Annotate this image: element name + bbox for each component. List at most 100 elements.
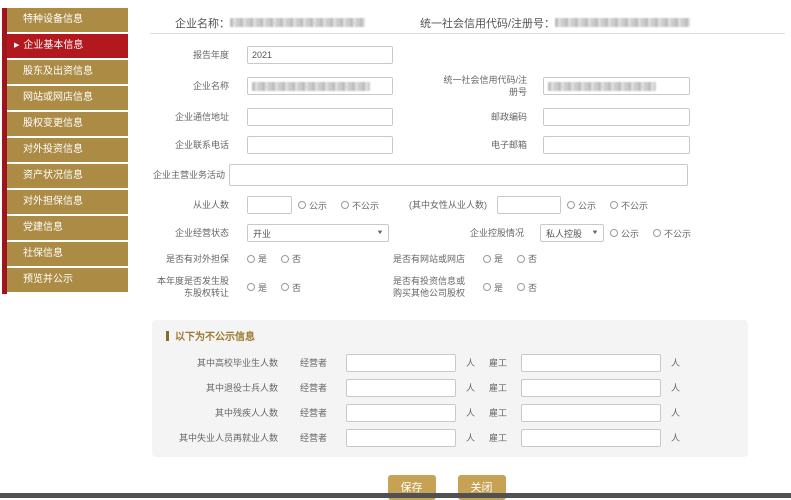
email-input[interactable] [543, 136, 690, 154]
disabled-row: 其中残疾人人数 经营者 人 雇工 人 [152, 404, 748, 422]
chevron-down-icon: ▼ [591, 230, 599, 236]
credit-code-label: 统一社会信用代码/注册号 [393, 74, 543, 98]
website-label: 是否有网站或网店 [347, 253, 477, 265]
employees-label: 从业人数 [150, 199, 247, 211]
postcode-label: 邮政编码 [393, 111, 543, 123]
phone-row: 企业联系电话 电子邮箱 [150, 136, 791, 154]
guarantee-label: 是否有对外担保 [150, 253, 247, 265]
disabled-employee-input[interactable] [521, 404, 661, 422]
sidebar-item-social-security[interactable]: 社保信息 [7, 242, 128, 266]
reemployed-label: 其中失业人员再就业人数 [152, 431, 278, 444]
sidebar-item-assets[interactable]: 资产状况信息 [7, 164, 128, 188]
section-marker-icon [166, 331, 169, 341]
female-public-radio[interactable] [567, 201, 575, 209]
business-status-select[interactable]: 开业 ▼ [247, 224, 389, 242]
graduates-employee-input[interactable] [521, 354, 661, 372]
business-status-label: 企业经营状态 [150, 227, 247, 239]
veterans-label: 其中退役士兵人数 [152, 381, 278, 394]
redacted-text [548, 82, 656, 91]
graduates-row: 其中高校毕业生人数 经营者 人 雇工 人 [152, 354, 748, 372]
holding-status-select[interactable]: 私人控股 ▼ [540, 224, 604, 242]
sidebar-item-equity-change[interactable]: 股权变更信息 [7, 112, 128, 136]
sidebar-item-basic-info[interactable]: ▶企业基本信息 [7, 34, 128, 58]
nonpublic-section: 以下为不公示信息 其中高校毕业生人数 经营者 人 雇工 人 其中退役士兵人数 [152, 320, 748, 457]
sidebar-item-guarantee[interactable]: 对外担保信息 [7, 190, 128, 214]
website-no-radio[interactable] [517, 255, 525, 263]
company-name-input[interactable] [247, 77, 393, 95]
sidebar-item-special-equipment[interactable]: 特种设备信息 [7, 8, 128, 32]
holding-public-radio[interactable] [610, 229, 618, 237]
website-yes-radio[interactable] [483, 255, 491, 263]
female-employees-input[interactable] [497, 196, 561, 214]
sidebar-item-website-info[interactable]: 网站或网店信息 [7, 86, 128, 110]
sidebar-item-party-building[interactable]: 党建信息 [7, 216, 128, 240]
company-name-header-label: 企业名称： [175, 15, 230, 31]
report-year-row: 报告年度 [150, 46, 791, 64]
holding-status-value: 私人控股 [546, 227, 582, 240]
status-row: 企业经营状态 开业 ▼ 企业控股情况 私人控股 ▼ 公示 不公示 [150, 224, 791, 242]
disabled-label: 其中残疾人人数 [152, 406, 278, 419]
chevron-down-icon: ▼ [376, 230, 384, 236]
reemployed-row: 其中失业人员再就业人数 经营者 人 雇工 人 [152, 429, 748, 447]
postcode-input[interactable] [543, 108, 690, 126]
credit-code-header-label: 统一社会信用代码/注册号： [420, 15, 555, 31]
redacted-company-name [230, 18, 365, 27]
veterans-operator-input[interactable] [346, 379, 456, 397]
employees-row: 从业人数 公示 不公示 (其中女性从业人数) 公示 不公示 [150, 196, 791, 214]
veterans-employee-input[interactable] [521, 379, 661, 397]
report-year-input[interactable] [247, 46, 393, 64]
business-status-value: 开业 [253, 227, 271, 240]
female-employees-label: (其中女性从业人数) [379, 199, 497, 211]
guarantee-no-radio[interactable] [281, 255, 289, 263]
equity-transfer-row: 本年度是否发生股东股权转让 是 否 是否有投资信息或购买其他公司股权 是 否 [150, 275, 791, 299]
nonpublic-section-title: 以下为不公示信息 [175, 328, 255, 343]
veterans-row: 其中退役士兵人数 经营者 人 雇工 人 [152, 379, 748, 397]
summary-header: 企业名称： 统一社会信用代码/注册号： [150, 0, 791, 33]
employees-private-radio[interactable] [341, 201, 349, 209]
nonpublic-rows: 其中高校毕业生人数 经营者 人 雇工 人 其中退役士兵人数 经营者 人 雇工 [152, 354, 748, 447]
address-input[interactable] [247, 108, 393, 126]
main-business-label: 企业主营业务活动 [150, 169, 225, 181]
main-business-input[interactable] [229, 164, 688, 186]
graduates-operator-input[interactable] [346, 354, 456, 372]
main-form: 企业名称： 统一社会信用代码/注册号： 报告年度 企业名称 统一社会信用代码/注… [150, 0, 791, 500]
redacted-credit-code [555, 18, 690, 27]
graduates-label: 其中高校毕业生人数 [152, 356, 278, 369]
company-name-label: 企业名称 [150, 80, 247, 92]
phone-label: 企业联系电话 [150, 139, 247, 151]
investment-yes-radio[interactable] [483, 283, 491, 291]
investment-label: 是否有投资信息或购买其他公司股权 [347, 275, 477, 299]
sidebar-item-outbound-investment[interactable]: 对外投资信息 [7, 138, 128, 162]
sidebar-item-preview-publish[interactable]: 预览并公示 [7, 268, 128, 292]
active-arrow-icon: ▶ [14, 42, 19, 49]
guarantee-row: 是否有对外担保 是 否 是否有网站或网店 是 否 [150, 252, 791, 265]
report-year-label: 报告年度 [150, 49, 247, 61]
email-label: 电子邮箱 [393, 139, 543, 151]
equity-transfer-yes-radio[interactable] [247, 283, 255, 291]
holding-status-label: 企业控股情况 [389, 227, 540, 239]
employees-public-radio[interactable] [298, 201, 306, 209]
footer-bar [0, 493, 791, 498]
sidebar-item-shareholders[interactable]: 股东及出资信息 [7, 60, 128, 84]
sidebar: 特种设备信息 ▶企业基本信息 股东及出资信息 网站或网店信息 股权变更信息 对外… [2, 8, 128, 294]
main-business-row: 企业主营业务活动 [150, 164, 791, 186]
investment-no-radio[interactable] [517, 283, 525, 291]
redacted-text [252, 82, 370, 91]
phone-input[interactable] [247, 136, 393, 154]
guarantee-yes-radio[interactable] [247, 255, 255, 263]
address-row: 企业通信地址 邮政编码 [150, 108, 791, 126]
annual-report-form-page: 特种设备信息 ▶企业基本信息 股东及出资信息 网站或网店信息 股权变更信息 对外… [0, 0, 791, 500]
reemployed-operator-input[interactable] [346, 429, 456, 447]
holding-private-radio[interactable] [653, 229, 661, 237]
equity-transfer-label: 本年度是否发生股东股权转让 [150, 275, 247, 299]
basic-info-form: 报告年度 企业名称 统一社会信用代码/注册号 企业通信地址 邮政编码 企业联系电… [150, 34, 791, 500]
female-private-radio[interactable] [610, 201, 618, 209]
disabled-operator-input[interactable] [346, 404, 456, 422]
equity-transfer-no-radio[interactable] [281, 283, 289, 291]
address-label: 企业通信地址 [150, 111, 247, 123]
company-name-row: 企业名称 统一社会信用代码/注册号 [150, 74, 791, 98]
nonpublic-section-header: 以下为不公示信息 [166, 330, 748, 342]
reemployed-employee-input[interactable] [521, 429, 661, 447]
credit-code-input[interactable] [543, 77, 690, 95]
employees-input[interactable] [247, 196, 292, 214]
